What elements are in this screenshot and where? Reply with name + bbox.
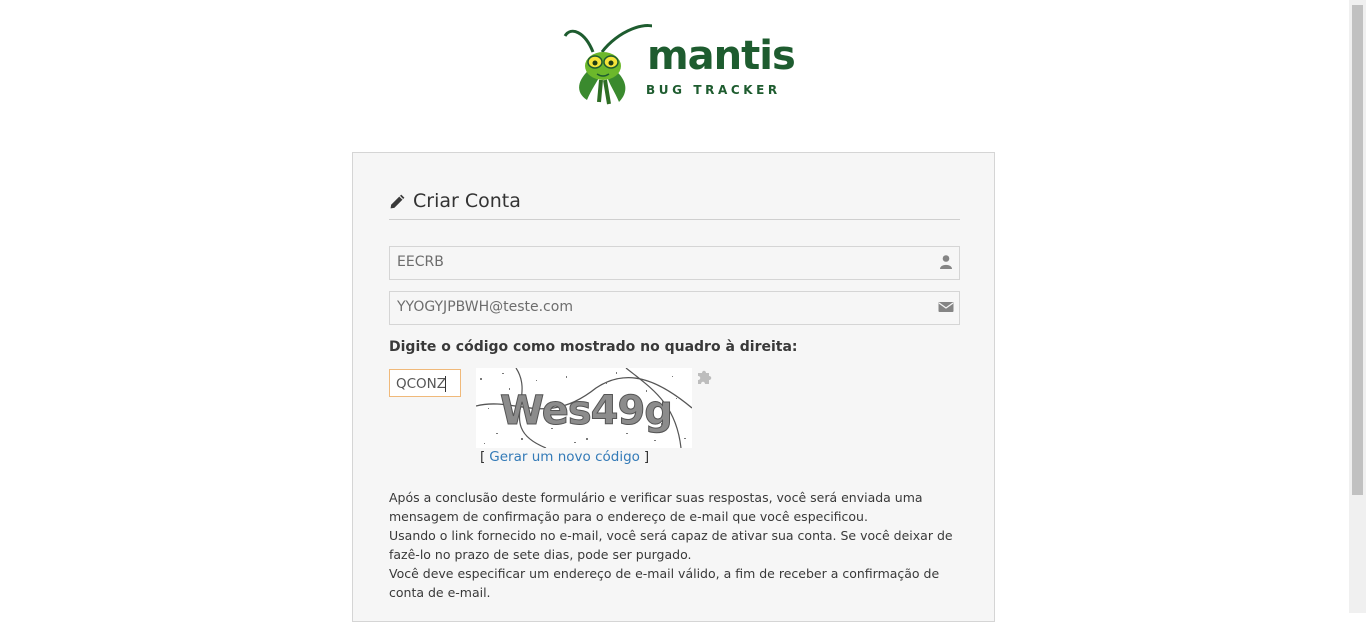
text-caret (445, 376, 446, 392)
email-value: YYOGYJPBWH@teste.com (397, 299, 573, 315)
username-field[interactable]: EECRB (389, 246, 960, 280)
captcha-image: Wes49g (476, 368, 692, 448)
card-header: Criar Conta (389, 189, 960, 220)
captcha-label: Digite o código como mostrado no quadro … (389, 339, 798, 355)
puzzle-icon[interactable] (695, 368, 713, 386)
mantis-logo[interactable]: mantis BUG TRACKER (557, 22, 796, 106)
user-icon (940, 255, 952, 269)
regenerate-captcha: [Gerar um novo código] (480, 449, 649, 465)
info-paragraph: Usando o link fornecido no e-mail, você … (389, 528, 953, 562)
logo-wordmark: mantis (647, 33, 796, 79)
username-value: EECRB (397, 254, 444, 270)
bracket-close: ] (643, 449, 650, 465)
vertical-scrollbar[interactable] (1349, 0, 1366, 613)
email-field[interactable]: YYOGYJPBWH@teste.com (389, 291, 960, 325)
logo-subtitle: BUG TRACKER (646, 83, 781, 97)
envelope-icon (938, 302, 954, 312)
info-paragraph: Você deve especificar um endereço de e-m… (389, 566, 940, 600)
pencil-icon (390, 194, 405, 209)
captcha-input[interactable]: QCONZ (389, 369, 461, 397)
signup-card: Criar Conta EECRB YYOGYJPBWH@teste.com D… (352, 152, 995, 622)
info-paragraph: Após a conclusão deste formulário e veri… (389, 490, 923, 524)
scrollbar-thumb[interactable] (1352, 5, 1363, 495)
captcha-input-value: QCONZ (396, 376, 447, 392)
regenerate-captcha-link[interactable]: Gerar um novo código (485, 449, 644, 465)
mantis-mascot-icon (563, 24, 663, 105)
page-title: Criar Conta (413, 190, 521, 212)
signup-info-text: Após a conclusão deste formulário e veri… (389, 488, 964, 602)
captcha-text: Wes49g (500, 388, 672, 434)
